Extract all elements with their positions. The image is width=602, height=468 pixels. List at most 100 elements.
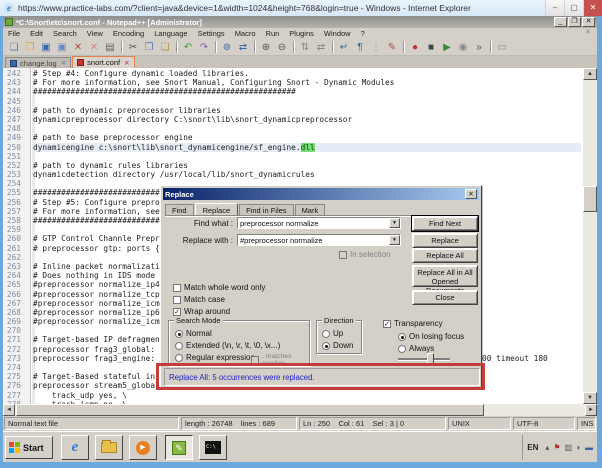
- find-what-input[interactable]: preprocessor normalize ▼: [237, 217, 401, 229]
- menu-language[interactable]: Language: [149, 29, 192, 38]
- doc-tab-change-log[interactable]: change.log ✕: [5, 57, 72, 68]
- transparency-on-losing-radio[interactable]: On losing focus: [398, 332, 464, 341]
- replace-all-button[interactable]: Replace All: [412, 248, 478, 263]
- transparency-slider-track[interactable]: [398, 358, 450, 360]
- taskbar-media-button[interactable]: ▶: [129, 435, 157, 460]
- paste-icon[interactable]: ❑: [158, 39, 172, 54]
- menu-window[interactable]: Window: [319, 29, 356, 38]
- scroll-right-icon[interactable]: ►: [585, 404, 597, 416]
- notepad-restore-button[interactable]: ❐: [568, 17, 581, 27]
- menu-edit[interactable]: Edit: [25, 29, 48, 38]
- save-all-icon[interactable]: ▣: [55, 39, 69, 54]
- replace-with-dropdown-icon[interactable]: ▼: [389, 235, 400, 245]
- browser-maximize-button[interactable]: ▢: [564, 0, 583, 16]
- menu-file[interactable]: File: [3, 29, 25, 38]
- user-define-dialog-icon[interactable]: ✎: [385, 39, 399, 54]
- new-file-icon[interactable]: ❏: [7, 39, 21, 54]
- close-button[interactable]: Close: [412, 290, 478, 305]
- menu-encoding[interactable]: Encoding: [108, 29, 149, 38]
- find-what-dropdown-icon[interactable]: ▼: [389, 218, 400, 228]
- scroll-down-icon[interactable]: ▼: [583, 392, 597, 404]
- editor-line[interactable]: 248: [3, 124, 581, 133]
- editor-line[interactable]: 242 # Step #4: Configure dynamic loaded l…: [3, 69, 581, 78]
- tab-replace[interactable]: Replace: [194, 203, 239, 217]
- close-file-icon[interactable]: ✕: [71, 39, 85, 54]
- search-mode-regex-radio[interactable]: Regular expression: [175, 353, 255, 362]
- transparency-checkbox[interactable]: ✓ Transparency: [383, 319, 443, 328]
- dialog-close-button[interactable]: ✕: [465, 189, 477, 199]
- save-icon[interactable]: ▣: [39, 39, 53, 54]
- doc-monitor-icon[interactable]: ▭: [495, 39, 509, 54]
- editor-line[interactable]: 243 # For more information, see Snort Man…: [3, 78, 581, 87]
- notepad-close-button[interactable]: ✕: [582, 17, 595, 27]
- menu-search[interactable]: Search: [48, 29, 82, 38]
- search-mode-normal-radio[interactable]: Normal: [175, 329, 212, 338]
- language-indicator[interactable]: EN: [527, 443, 538, 452]
- print-icon[interactable]: ▤: [103, 39, 117, 54]
- transparency-always-radio[interactable]: Always: [398, 344, 434, 353]
- document-close-icon[interactable]: ✕: [585, 28, 591, 36]
- copy-icon[interactable]: ❐: [142, 39, 156, 54]
- editor-line[interactable]: 277 track_udp yes, \: [3, 391, 581, 400]
- zoom-out-icon[interactable]: ⊖: [275, 39, 289, 54]
- menu-run[interactable]: Run: [261, 29, 285, 38]
- wrap-around-checkbox[interactable]: ✓ Wrap around: [173, 307, 230, 316]
- macro-save-icon[interactable]: ◉: [456, 39, 470, 54]
- close-all-icon[interactable]: ✕: [87, 39, 101, 54]
- volume-icon[interactable]: ◗: [576, 443, 581, 452]
- vertical-scroll-thumb[interactable]: [583, 186, 597, 212]
- macro-stop-icon[interactable]: ■: [424, 39, 438, 54]
- taskbar-explorer-button[interactable]: [95, 435, 123, 460]
- horizontal-scrollbar[interactable]: ◄ ►: [3, 404, 597, 416]
- scroll-up-icon[interactable]: ▲: [583, 68, 597, 80]
- sync-vertical-icon[interactable]: ⇅: [298, 39, 312, 54]
- cut-icon[interactable]: ✂: [126, 39, 140, 54]
- in-selection-checkbox-box[interactable]: [339, 250, 347, 259]
- open-file-icon[interactable]: ❒: [23, 39, 37, 54]
- replace-button[interactable]: Replace: [412, 233, 478, 248]
- macro-play-icon[interactable]: ▶: [440, 39, 454, 54]
- find-icon[interactable]: ⊚: [220, 39, 234, 54]
- tab-close-icon[interactable]: ✕: [61, 59, 66, 67]
- editor-line[interactable]: 249 # path to base preprocessor engine: [3, 133, 581, 142]
- dialog-titlebar[interactable]: Replace ✕: [163, 188, 479, 200]
- action-center-icon[interactable]: ⚑: [553, 443, 560, 452]
- in-selection-checkbox[interactable]: In selection: [339, 250, 390, 259]
- editor-line[interactable]: 244 #####################################…: [3, 87, 581, 96]
- replace-with-input[interactable]: #preprocessor normalize ▼: [237, 234, 401, 246]
- macro-record-icon[interactable]: ●: [408, 39, 422, 54]
- notepad-minimize-button[interactable]: _: [554, 17, 567, 27]
- tab-mark[interactable]: Mark: [294, 204, 326, 216]
- find-next-button[interactable]: Find Next: [411, 215, 479, 232]
- search-mode-extended-radio[interactable]: Extended (\n, \r, \t, \0, \x...): [175, 341, 280, 350]
- editor-line[interactable]: 250 dynamicengine c:\snort\lib\snort_dyna…: [3, 142, 581, 152]
- menu-macro[interactable]: Macro: [230, 29, 261, 38]
- match-case-checkbox[interactable]: Match case: [173, 295, 225, 304]
- tab-find-in-files[interactable]: Find in Files: [239, 204, 294, 216]
- show-all-chars-icon[interactable]: ¶: [353, 39, 367, 54]
- redo-icon[interactable]: ↷: [197, 39, 211, 54]
- vertical-scrollbar[interactable]: ▲ ▼: [583, 68, 597, 404]
- editor-line[interactable]: 253 dynamicdetection directory /usr/local…: [3, 170, 581, 179]
- direction-down-radio[interactable]: Down: [322, 341, 353, 350]
- browser-minimize-button[interactable]: –: [545, 0, 564, 16]
- horizontal-scroll-thumb[interactable]: [16, 404, 484, 416]
- undo-icon[interactable]: ↶: [181, 39, 195, 54]
- remote-display-icon[interactable]: ▬: [585, 443, 593, 452]
- menu-settings[interactable]: Settings: [193, 29, 230, 38]
- editor-line[interactable]: 251: [3, 152, 581, 161]
- direction-up-radio[interactable]: Up: [322, 329, 343, 338]
- doc-tab-snort-conf[interactable]: snort.conf ✕: [72, 56, 135, 68]
- zoom-in-icon[interactable]: ⊕: [259, 39, 273, 54]
- taskbar-cmd-button[interactable]: C:\: [199, 435, 227, 460]
- menu-plugins[interactable]: Plugins: [284, 29, 319, 38]
- indent-guide-icon[interactable]: ⋮: [369, 39, 383, 54]
- start-button[interactable]: Start: [5, 436, 53, 459]
- word-wrap-icon[interactable]: ↵: [337, 39, 351, 54]
- taskbar-ie-button[interactable]: e: [61, 435, 89, 460]
- scroll-left-icon[interactable]: ◄: [3, 404, 15, 416]
- taskbar-notepad-button[interactable]: ✎: [165, 435, 193, 460]
- tab-find[interactable]: Find: [165, 204, 194, 216]
- replace-icon[interactable]: ⇄: [236, 39, 250, 54]
- browser-close-button[interactable]: ✕: [583, 0, 602, 16]
